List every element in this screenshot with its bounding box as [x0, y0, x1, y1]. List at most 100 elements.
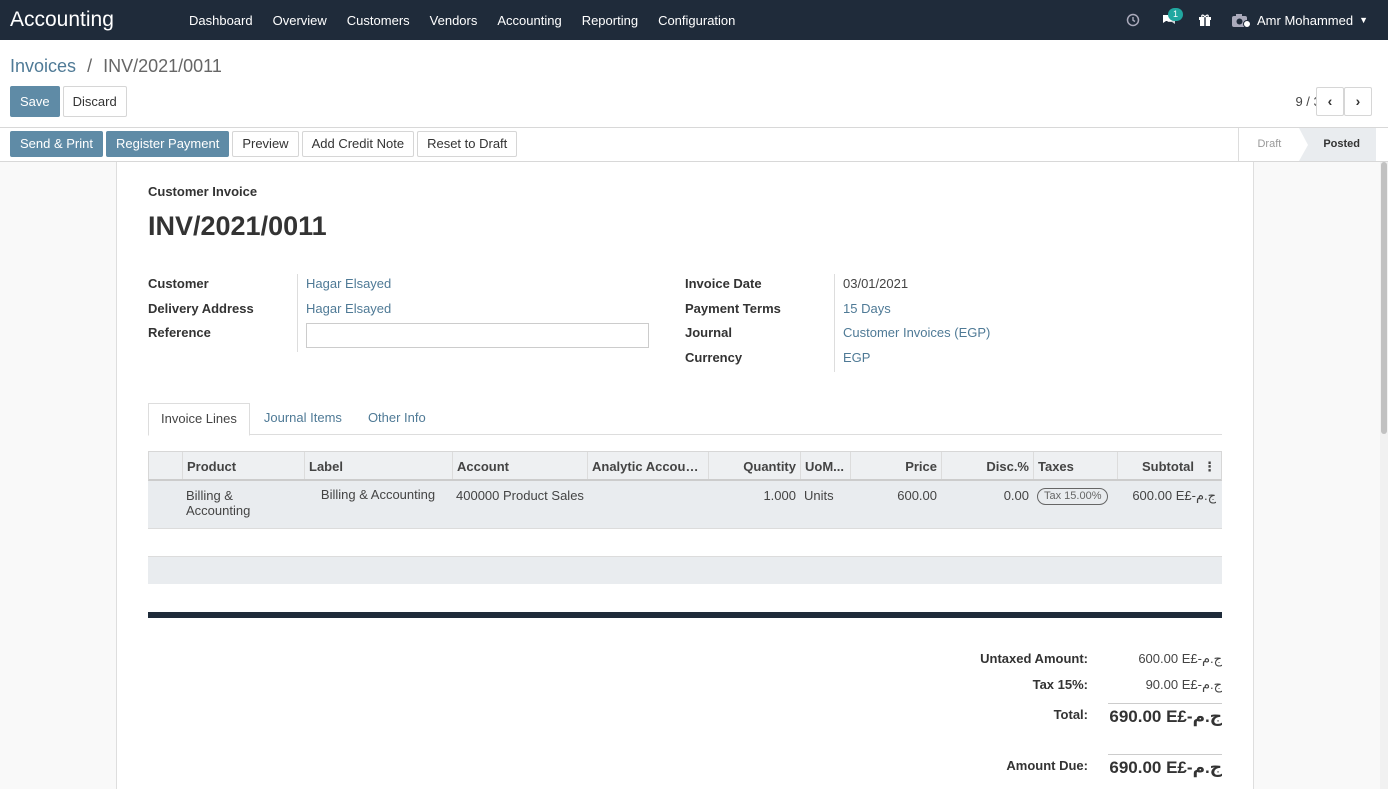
- save-button[interactable]: Save: [10, 86, 60, 117]
- status-stages: Draft Posted: [1238, 128, 1376, 161]
- clock-icon[interactable]: [1115, 0, 1151, 40]
- tab-other-info[interactable]: Other Info: [356, 403, 438, 435]
- scrollbar[interactable]: [1380, 162, 1388, 789]
- gift-icon[interactable]: [1187, 0, 1223, 40]
- column-options-icon[interactable]: ⋮: [1198, 452, 1221, 479]
- delivery-address-value[interactable]: Hagar Elsayed: [306, 301, 391, 316]
- amount-due-value: 690.00 E£-ج.م: [1109, 758, 1222, 777]
- preview-button[interactable]: Preview: [232, 131, 299, 157]
- header-label[interactable]: Label: [305, 452, 453, 479]
- menu-configuration[interactable]: Configuration: [648, 13, 745, 28]
- menu-vendors[interactable]: Vendors: [420, 13, 488, 28]
- table-row[interactable]: Billing & Accounting Billing & Accountin…: [148, 481, 1222, 529]
- total-value: 690.00 E£-ج.م: [1109, 707, 1222, 726]
- reset-to-draft-button[interactable]: Reset to Draft: [417, 131, 518, 157]
- chevron-right-icon: ›: [1355, 93, 1361, 109]
- customer-value[interactable]: Hagar Elsayed: [306, 276, 391, 291]
- journal-label: Journal: [685, 325, 732, 340]
- currency-label: Currency: [685, 350, 743, 365]
- payment-terms-label: Payment Terms: [685, 301, 781, 316]
- tab-journal-items[interactable]: Journal Items: [252, 403, 354, 435]
- invoice-type: Customer Invoice: [148, 184, 258, 199]
- header-quantity[interactable]: Quantity: [709, 452, 801, 479]
- breadcrumb-invoices[interactable]: Invoices: [10, 56, 76, 76]
- control-panel: Invoices / INV/2021/0011 Save Discard 9 …: [0, 40, 1388, 128]
- row-analytic-account[interactable]: [587, 481, 708, 528]
- message-count-badge: 1: [1168, 8, 1184, 21]
- row-taxes[interactable]: Tax 15.00%: [1033, 481, 1117, 528]
- row-uom[interactable]: Units: [800, 481, 850, 528]
- untaxed-amount-label: Untaxed Amount:: [980, 651, 1088, 666]
- send-print-button[interactable]: Send & Print: [10, 131, 103, 157]
- tax-label: Tax 15%:: [1032, 677, 1088, 692]
- app-title[interactable]: Accounting: [0, 8, 179, 32]
- invoice-date-label: Invoice Date: [685, 276, 762, 291]
- row-handle: [148, 481, 182, 528]
- header-account[interactable]: Account: [453, 452, 588, 479]
- header-uom[interactable]: UoM...: [801, 452, 851, 479]
- caret-down-icon: ▼: [1359, 15, 1368, 25]
- header-subtotal[interactable]: Subtotal: [1118, 452, 1198, 479]
- invoice-number: INV/2021/0011: [148, 211, 327, 241]
- stage-posted[interactable]: Posted: [1299, 128, 1376, 161]
- breadcrumb-current: INV/2021/0011: [103, 56, 222, 76]
- payment-terms-value[interactable]: 15 Days: [843, 301, 891, 316]
- reference-label: Reference: [148, 325, 211, 340]
- systray: 1 Amr Mohammed ▼: [1115, 0, 1388, 40]
- menu-accounting[interactable]: Accounting: [487, 13, 571, 28]
- header-price[interactable]: Price: [851, 452, 942, 479]
- section-divider: [148, 612, 1222, 618]
- invoice-date-value[interactable]: 03/01/2021: [843, 276, 908, 291]
- total-label: Total:: [1053, 707, 1088, 722]
- total-separator: [1108, 703, 1222, 704]
- reference-input[interactable]: [306, 323, 649, 348]
- tax-value: 90.00 E£-ج.م: [1145, 677, 1222, 692]
- pager-previous-button[interactable]: ‹: [1316, 87, 1344, 116]
- row-price[interactable]: 600.00: [850, 481, 941, 528]
- discard-button[interactable]: Discard: [62, 86, 127, 117]
- register-payment-button[interactable]: Register Payment: [106, 131, 230, 157]
- header-discount[interactable]: Disc.%: [942, 452, 1034, 479]
- invoice-lines-table: Product Label Account Analytic Account..…: [148, 451, 1222, 529]
- row-quantity[interactable]: 1.000: [708, 481, 800, 528]
- header-product[interactable]: Product: [183, 452, 305, 479]
- main-menu: Dashboard Overview Customers Vendors Acc…: [179, 0, 745, 40]
- header-taxes[interactable]: Taxes: [1034, 452, 1118, 479]
- row-product[interactable]: Billing & Accounting: [182, 481, 304, 528]
- tax-tag: Tax 15.00%: [1037, 488, 1109, 505]
- untaxed-amount-value: 600.00 E£-ج.م: [1138, 651, 1222, 666]
- user-name: Amr Mohammed: [1257, 12, 1354, 28]
- add-credit-note-button[interactable]: Add Credit Note: [301, 131, 415, 157]
- stage-draft[interactable]: Draft: [1239, 128, 1299, 161]
- pager-next-button[interactable]: ›: [1344, 87, 1372, 116]
- menu-customers[interactable]: Customers: [337, 13, 420, 28]
- camera-icon: [1231, 12, 1251, 28]
- row-label[interactable]: Billing & Accounting: [304, 481, 452, 528]
- header-handle: [149, 452, 183, 479]
- chat-icon[interactable]: 1: [1151, 0, 1187, 40]
- row-discount[interactable]: 0.00: [941, 481, 1033, 528]
- breadcrumb-separator: /: [87, 56, 93, 76]
- delivery-address-label: Delivery Address: [148, 301, 254, 316]
- tab-invoice-lines[interactable]: Invoice Lines: [148, 403, 250, 436]
- menu-reporting[interactable]: Reporting: [572, 13, 648, 28]
- amount-due-label: Amount Due:: [1006, 758, 1088, 773]
- table-footer: [148, 556, 1222, 584]
- amount-due-separator: [1108, 754, 1222, 755]
- row-account[interactable]: 400000 Product Sales: [452, 481, 587, 528]
- row-subtotal: 600.00 E£-ج.م: [1132, 488, 1216, 503]
- top-navbar: Accounting Dashboard Overview Customers …: [0, 0, 1388, 40]
- user-menu[interactable]: Amr Mohammed ▼: [1223, 12, 1388, 28]
- header-analytic-account[interactable]: Analytic Account...: [588, 452, 709, 479]
- journal-value[interactable]: Customer Invoices (EGP): [843, 325, 990, 340]
- customer-label: Customer: [148, 276, 209, 291]
- menu-dashboard[interactable]: Dashboard: [179, 13, 263, 28]
- chevron-left-icon: ‹: [1327, 93, 1333, 109]
- scrollbar-thumb[interactable]: [1381, 162, 1387, 434]
- table-header: Product Label Account Analytic Account..…: [148, 451, 1222, 481]
- status-bar: Send & Print Register Payment Preview Ad…: [0, 128, 1388, 162]
- menu-overview[interactable]: Overview: [263, 13, 337, 28]
- notebook-tabs: Invoice Lines Journal Items Other Info: [148, 403, 1222, 436]
- breadcrumb: Invoices / INV/2021/0011: [10, 56, 222, 77]
- currency-value[interactable]: EGP: [843, 350, 870, 365]
